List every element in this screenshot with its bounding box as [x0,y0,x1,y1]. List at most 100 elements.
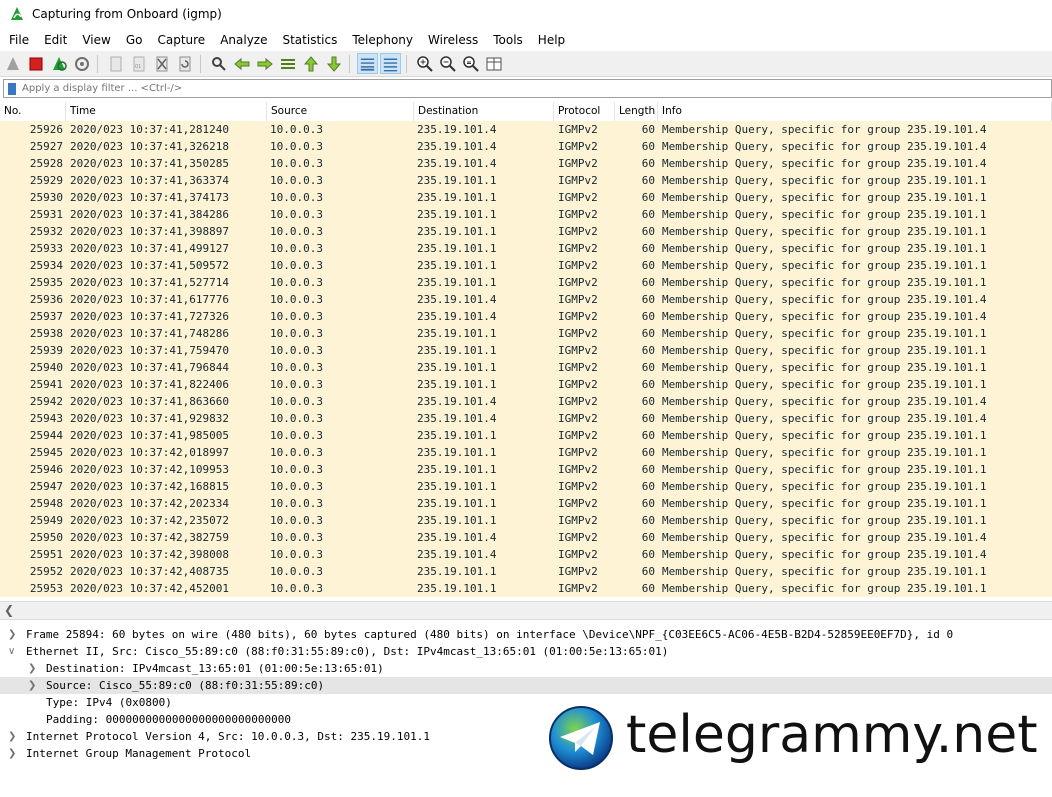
packet-row[interactable]: 25943 2020/023 10:37:41,929832 10.0.0.3 235… [0,410,1052,427]
packet-row[interactable]: 25936 2020/023 10:37:41,617776 10.0.0.3 235… [0,291,1052,308]
column-header-length[interactable]: Length [615,102,658,121]
colorize-icon[interactable] [380,53,401,74]
zoom-out-icon[interactable] [437,53,458,74]
packet-row[interactable]: 25949 2020/023 10:37:42,235072 10.0.0.3 235… [0,512,1052,529]
packet-row[interactable]: 25927 2020/023 10:37:41,326218 10.0.0.3 235… [0,138,1052,155]
scroll-left-icon[interactable]: ❮ [4,603,14,617]
go-forward-icon[interactable] [254,53,275,74]
packet-no: 25949 [29,514,63,527]
chevron-right-icon[interactable]: ❯ [8,745,16,762]
go-to-packet-icon[interactable] [277,53,298,74]
column-header-time[interactable]: Time [66,102,267,121]
column-header-destination[interactable]: Destination [414,102,554,121]
packet-length: 60 [641,429,655,442]
column-header-info[interactable]: Info [658,102,1052,121]
bookmark-icon[interactable] [8,82,16,95]
chevron-right-icon[interactable]: ❯ [8,728,16,745]
packet-row[interactable]: 25929 2020/023 10:37:41,363374 10.0.0.3 235… [0,172,1052,189]
packet-row[interactable]: 25928 2020/023 10:37:41,350285 10.0.0.3 235… [0,155,1052,172]
packet-no: 25942 [29,395,63,408]
menu-telephony[interactable]: Telephony [352,33,413,47]
column-header-protocol[interactable]: Protocol [554,102,615,121]
packet-length: 60 [641,497,655,510]
detail-tree-item[interactable]: ❯ Frame 25894: 60 bytes on wire (480 bits… [0,626,1052,643]
open-file-icon[interactable] [105,53,126,74]
menu-analyze[interactable]: Analyze [220,33,267,47]
detail-tree-item[interactable]: ❯ Source: Cisco_55:89:c0 (88:f0:31:55:89:… [0,677,1052,694]
chevron-right-icon[interactable]: ❯ [8,626,16,643]
reload-file-icon[interactable] [174,53,195,74]
packet-row[interactable]: 25937 2020/023 10:37:41,727326 10.0.0.3 235… [0,308,1052,325]
zoom-in-icon[interactable] [414,53,435,74]
column-header-no[interactable]: No. [0,102,66,121]
packet-protocol: IGMPv2 [558,395,598,408]
menu-tools[interactable]: Tools [493,33,523,47]
packet-row[interactable]: 25942 2020/023 10:37:41,863660 10.0.0.3 235… [0,393,1052,410]
packet-row[interactable]: 25934 2020/023 10:37:41,509572 10.0.0.3 235… [0,257,1052,274]
chevron-down-icon[interactable]: ∨ [8,643,15,660]
packet-row[interactable]: 25938 2020/023 10:37:41,748286 10.0.0.3 235… [0,325,1052,342]
menu-capture[interactable]: Capture [157,33,205,47]
capture-options-icon[interactable] [71,53,92,74]
packet-info: Membership Query, specific for group 235… [662,191,987,204]
packet-destination: 235.19.101.4 [417,293,497,306]
last-packet-icon[interactable] [323,53,344,74]
packet-info: Membership Query, specific for group 235… [662,395,987,408]
column-header-source[interactable]: Source [267,102,414,121]
detail-tree-item[interactable]: ∨ Ethernet II, Src: Cisco_55:89:c0 (88:f0… [0,643,1052,660]
packet-info: Membership Query, specific for group 235… [662,327,987,340]
packet-row[interactable]: 25947 2020/023 10:37:42,168815 10.0.0.3 235… [0,478,1052,495]
close-file-icon[interactable] [151,53,172,74]
menu-view[interactable]: View [82,33,110,47]
packet-row[interactable]: 25953 2020/023 10:37:42,452001 10.0.0.3 235… [0,580,1052,597]
packet-row[interactable]: 25933 2020/023 10:37:41,499127 10.0.0.3 235… [0,240,1052,257]
menu-edit[interactable]: Edit [44,33,67,47]
packet-row[interactable]: 25926 2020/023 10:37:41,281240 10.0.0.3 235… [0,121,1052,138]
packet-row[interactable]: 25950 2020/023 10:37:42,382759 10.0.0.3 235… [0,529,1052,546]
packet-length: 60 [641,395,655,408]
display-filter-input[interactable] [22,83,1022,94]
restart-capture-icon[interactable] [48,53,69,74]
auto-scroll-icon[interactable] [357,53,378,74]
chevron-right-icon[interactable]: ❯ [28,677,36,694]
packet-row[interactable]: 25931 2020/023 10:37:41,384286 10.0.0.3 235… [0,206,1052,223]
packet-row[interactable]: 25952 2020/023 10:37:42,408735 10.0.0.3 235… [0,563,1052,580]
packet-row[interactable]: 25930 2020/023 10:37:41,374173 10.0.0.3 235… [0,189,1052,206]
find-packet-icon[interactable] [208,53,229,74]
chevron-right-icon[interactable]: ❯ [28,660,36,677]
packet-row[interactable]: 25935 2020/023 10:37:41,527714 10.0.0.3 235… [0,274,1052,291]
menu-statistics[interactable]: Statistics [282,33,337,47]
menu-help[interactable]: Help [538,33,565,47]
packet-destination: 235.19.101.1 [417,225,497,238]
packet-list-horizontal-scrollbar[interactable]: ❮ [0,601,1052,620]
packet-source: 10.0.0.3 [270,582,323,595]
stop-capture-icon[interactable] [25,53,46,74]
packet-row[interactable]: 25948 2020/023 10:37:42,202334 10.0.0.3 235… [0,495,1052,512]
packet-destination: 235.19.101.4 [417,140,497,153]
detail-tree-label: Internet Group Management Protocol [26,747,252,760]
packet-row[interactable]: 25941 2020/023 10:37:41,822406 10.0.0.3 235… [0,376,1052,393]
menu-go[interactable]: Go [126,33,143,47]
packet-row[interactable]: 25944 2020/023 10:37:41,985005 10.0.0.3 235… [0,427,1052,444]
first-packet-icon[interactable] [300,53,321,74]
packet-row[interactable]: 25940 2020/023 10:37:41,796844 10.0.0.3 235… [0,359,1052,376]
packet-time: 2020/023 10:37:41,822406 [70,378,229,391]
packet-row[interactable]: 25951 2020/023 10:37:42,398008 10.0.0.3 235… [0,546,1052,563]
packet-time: 2020/023 10:37:41,617776 [70,293,229,306]
packet-source: 10.0.0.3 [270,276,323,289]
resize-columns-icon[interactable] [483,53,504,74]
packet-row[interactable]: 25932 2020/023 10:37:41,398897 10.0.0.3 235… [0,223,1052,240]
packet-row[interactable]: 25945 2020/023 10:37:42,018997 10.0.0.3 235… [0,444,1052,461]
menu-file[interactable]: File [9,33,29,47]
packet-source: 10.0.0.3 [270,191,323,204]
go-back-icon[interactable] [231,53,252,74]
packet-row[interactable]: 25939 2020/023 10:37:41,759470 10.0.0.3 235… [0,342,1052,359]
shark-fin-start-icon[interactable] [2,53,23,74]
packet-row[interactable]: 25946 2020/023 10:37:42,109953 10.0.0.3 235… [0,461,1052,478]
save-file-icon[interactable]: 01 [128,53,149,74]
detail-tree-item[interactable]: ❯ Destination: IPv4mcast_13:65:01 (01:00:… [0,660,1052,677]
packet-protocol: IGMPv2 [558,548,598,561]
menu-wireless[interactable]: Wireless [428,33,478,47]
normal-size-icon[interactable] [460,53,481,74]
packet-no: 25928 [29,157,63,170]
